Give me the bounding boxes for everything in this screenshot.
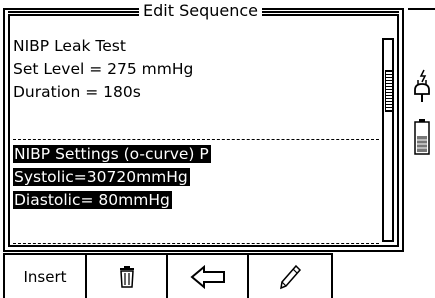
title-rule-left: [8, 11, 139, 13]
delete-button[interactable]: [87, 255, 168, 298]
scrollbar-thumb[interactable]: [385, 70, 393, 112]
list-item-selected[interactable]: NIBP Settings (o-curve) P: [13, 144, 211, 164]
back-button[interactable]: [168, 255, 249, 298]
selected-text: Systolic=30720mmHg: [13, 168, 190, 186]
list-item[interactable]: NIBP Leak Test: [13, 36, 126, 56]
device-screen: Edit Sequence NIBP Leak Test Set Level =…: [0, 0, 435, 298]
status-bar-line: [408, 8, 435, 10]
list-item[interactable]: Set Level = 275 mmHg: [13, 59, 193, 79]
selected-text: Diastolic= 80mmHg: [13, 191, 172, 209]
mains-plug-icon: [412, 68, 432, 108]
trash-icon: [119, 265, 134, 288]
insert-button[interactable]: Insert: [3, 255, 87, 298]
list-item[interactable]: Duration = 180s: [13, 82, 141, 102]
list-item-selected[interactable]: Systolic=30720mmHg: [13, 167, 190, 187]
battery-icon: [414, 118, 430, 156]
left-arrow-icon: [189, 264, 225, 289]
scrollbar[interactable]: [382, 38, 394, 242]
insert-label: Insert: [23, 267, 67, 286]
dialog-title: Edit Sequence: [139, 1, 262, 21]
edit-button[interactable]: [249, 255, 333, 298]
list-item-selected[interactable]: Diastolic= 80mmHg: [13, 190, 172, 210]
pencil-icon: [280, 264, 302, 289]
softkey-bar: Insert: [3, 253, 333, 298]
title-rule-right: [262, 11, 399, 13]
selected-text: NIBP Settings (o-curve) P: [13, 145, 211, 163]
step-separator: [13, 243, 379, 244]
step-separator: [13, 139, 379, 140]
